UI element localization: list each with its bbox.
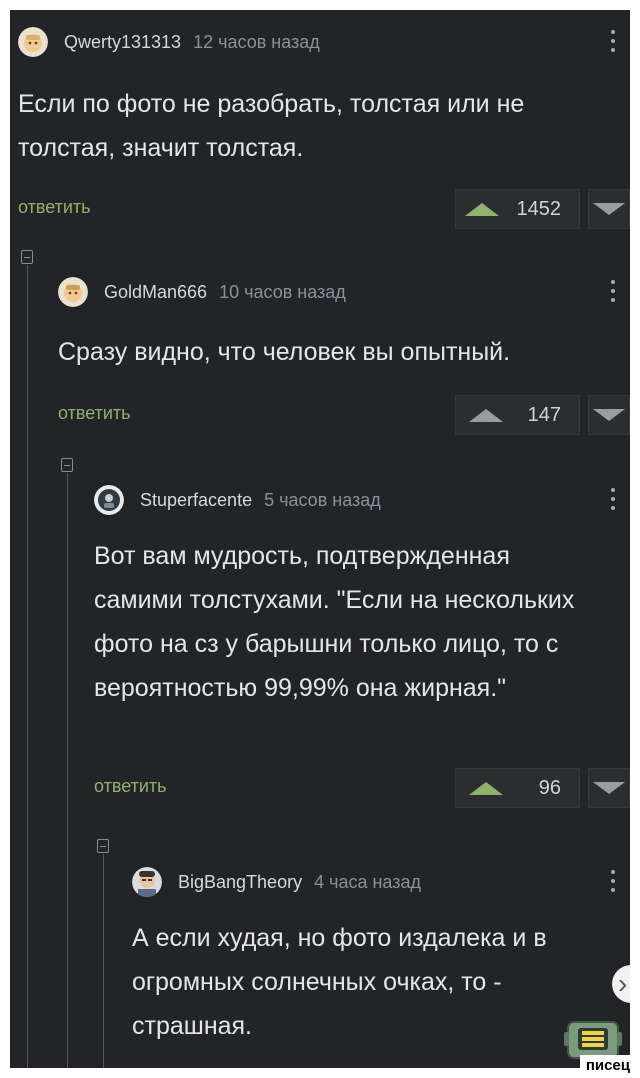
timestamp: 5 часов назад [264, 489, 381, 510]
thread-line[interactable] [27, 265, 28, 1068]
avatar[interactable] [94, 485, 124, 515]
collapse-thread-icon[interactable] [21, 250, 33, 264]
reply-link[interactable]: ответить [94, 776, 167, 797]
triangle-up-icon[interactable] [469, 781, 503, 795]
comment: GoldMan666 10 часов назад Сразу видно, ч… [58, 274, 630, 435]
username[interactable]: GoldMan666 [104, 282, 207, 303]
collapse-thread-icon[interactable] [97, 839, 109, 853]
vertical-dots-icon[interactable] [610, 870, 616, 896]
comment-header: BigBangTheory 4 часа назад [132, 864, 630, 900]
comment-header: GoldMan666 10 часов назад [58, 274, 630, 310]
triangle-up-icon[interactable] [469, 408, 503, 422]
watermark: писец [579, 1055, 636, 1077]
comment-actions: ответить 96 [94, 768, 630, 808]
triangle-up-icon[interactable] [464, 202, 499, 216]
upvote-button[interactable]: 96 [455, 768, 580, 808]
triangle-down-icon[interactable] [593, 782, 625, 794]
thread-line[interactable] [103, 854, 104, 1068]
comment: Stuperfacente 5 часов назад Вот вам мудр… [94, 482, 630, 808]
downvote-button[interactable] [588, 768, 630, 808]
triangle-down-icon[interactable] [593, 409, 625, 421]
avatar[interactable] [132, 867, 162, 897]
username[interactable]: BigBangTheory [178, 872, 302, 893]
reply-link[interactable]: ответить [58, 403, 131, 424]
reply-link[interactable]: ответить [18, 197, 91, 218]
vertical-dots-icon[interactable] [610, 30, 616, 56]
timestamp: 10 часов назад [219, 281, 346, 302]
avatar[interactable] [18, 27, 48, 57]
timestamp: 4 часа назад [314, 871, 422, 892]
comment: Qwerty131313 12 часов назад Если по фото… [18, 24, 630, 229]
triangle-down-icon[interactable] [593, 203, 625, 215]
vote-score: 147 [527, 403, 561, 426]
comment-text: Вот вам мудрость, подтвержденная самими … [94, 542, 575, 702]
comment-text: Если по фото не разобрать, толстая или н… [18, 90, 525, 162]
comment-text: А если худая, но фото издалека и в огром… [132, 924, 547, 1040]
vertical-dots-icon[interactable] [610, 280, 616, 306]
downvote-button[interactable] [588, 395, 630, 435]
comment: BigBangTheory 4 часа назад А если худая,… [132, 864, 630, 1048]
vote-score: 1452 [516, 197, 562, 220]
upvote-button[interactable]: 147 [455, 395, 580, 435]
comment-actions: ответить 147 [58, 395, 630, 435]
username[interactable]: Stuperfacente [140, 490, 252, 511]
comments-thread: Qwerty131313 12 часов назад Если по фото… [10, 10, 630, 1068]
comment-actions: ответить 1452 [18, 189, 630, 229]
vote-score: 96 [538, 776, 561, 799]
avatar[interactable] [58, 277, 88, 307]
comment-text: Сразу видно, что человек вы опытный. [58, 338, 511, 366]
collapse-thread-icon[interactable] [61, 458, 73, 472]
username[interactable]: Qwerty131313 [64, 32, 181, 53]
upvote-button[interactable]: 1452 [455, 189, 580, 229]
timestamp: 12 часов назад [193, 31, 320, 52]
thread-line[interactable] [67, 473, 68, 1068]
downvote-button[interactable] [588, 189, 630, 229]
comment-header: Stuperfacente 5 часов назад [94, 482, 630, 518]
comment-header: Qwerty131313 12 часов назад [18, 24, 630, 60]
vertical-dots-icon[interactable] [610, 488, 616, 514]
